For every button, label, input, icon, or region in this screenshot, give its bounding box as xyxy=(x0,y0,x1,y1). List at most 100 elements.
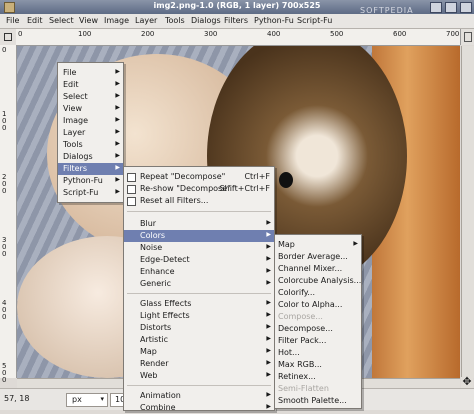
chevron-right-icon: ▶ xyxy=(266,311,271,318)
context-item-view[interactable]: View ▶ xyxy=(58,103,123,115)
menu-separator xyxy=(127,293,271,294)
filters-glass-effects[interactable]: Glass Effects ▶ xyxy=(124,298,274,310)
minimize-button[interactable] xyxy=(430,2,442,13)
filters-generic[interactable]: Generic ▶ xyxy=(124,278,274,290)
chevron-right-icon: ▶ xyxy=(266,299,271,306)
chevron-right-icon: ▶ xyxy=(266,243,271,250)
reset-icon xyxy=(127,197,136,206)
colors-retinex[interactable]: Retinex... xyxy=(275,371,361,383)
menu-file[interactable]: File xyxy=(6,16,19,25)
menu-filters[interactable]: Filters xyxy=(224,16,248,25)
menu-separator xyxy=(127,385,271,386)
filters-distorts[interactable]: Distorts ▶ xyxy=(124,322,274,334)
context-item-tools[interactable]: Tools ▶ xyxy=(58,139,123,151)
ruler-label: 200 xyxy=(2,173,7,195)
chevron-right-icon: ▶ xyxy=(353,240,358,247)
quick-mask-corner[interactable] xyxy=(0,29,17,46)
filters-combine[interactable]: Combine ▶ xyxy=(124,402,274,414)
menu-script-fu[interactable]: Script-Fu xyxy=(297,16,332,25)
filters-repeat[interactable]: Repeat "Decompose" Ctrl+F xyxy=(124,171,274,183)
filters-animation[interactable]: Animation ▶ xyxy=(124,390,274,402)
colors-max-rgb[interactable]: Max RGB... xyxy=(275,359,361,371)
menu-select[interactable]: Select xyxy=(49,16,74,25)
maximize-button[interactable] xyxy=(445,2,457,13)
ruler-label: 400 xyxy=(2,299,7,321)
colors-border-average[interactable]: Border Average... xyxy=(275,251,361,263)
guinea-pig-eye xyxy=(279,172,293,188)
filters-web[interactable]: Web ▶ xyxy=(124,370,274,382)
ruler-label: 500 xyxy=(2,362,7,384)
colors-colorcube-analysis[interactable]: Colorcube Analysis... xyxy=(275,275,361,287)
ruler-label: 100 xyxy=(2,110,7,132)
chevron-right-icon: ▶ xyxy=(266,359,271,366)
filters-blur[interactable]: Blur ▶ xyxy=(124,218,274,230)
chevron-down-icon: ▾ xyxy=(100,395,104,403)
menu-bar: File Edit Select View Image Layer Tools … xyxy=(0,14,474,29)
ruler-label: 700 xyxy=(446,30,460,38)
navigate-icon[interactable]: ✥ xyxy=(461,376,473,388)
close-button[interactable] xyxy=(460,2,472,13)
ruler-label: 400 xyxy=(267,30,281,38)
filters-map[interactable]: Map ▶ xyxy=(124,346,274,358)
chevron-right-icon: ▶ xyxy=(115,116,120,123)
chevron-right-icon: ▶ xyxy=(115,164,120,171)
ruler-label: 600 xyxy=(393,30,407,38)
ruler-label: 300 xyxy=(2,236,7,258)
zoom-to-fit-button[interactable] xyxy=(460,29,474,45)
chevron-right-icon: ▶ xyxy=(266,391,271,398)
context-item-edit[interactable]: Edit ▶ xyxy=(58,79,123,91)
filters-noise[interactable]: Noise ▶ xyxy=(124,242,274,254)
filters-reset-all[interactable]: Reset all Filters... xyxy=(124,195,274,207)
menu-tools[interactable]: Tools xyxy=(165,16,185,25)
context-item-file[interactable]: File ▶ xyxy=(58,67,123,79)
filters-light-effects[interactable]: Light Effects ▶ xyxy=(124,310,274,322)
title-bar: img2.png-1.0 (RGB, 1 layer) 700x525 SOFT… xyxy=(0,0,474,15)
menu-edit[interactable]: Edit xyxy=(27,16,43,25)
menu-python-fu[interactable]: Python-Fu xyxy=(254,16,294,25)
colors-compose: Compose... xyxy=(278,312,323,321)
filters-colors[interactable]: Colors ▶ xyxy=(124,230,274,242)
filters-render[interactable]: Render ▶ xyxy=(124,358,274,370)
colors-decompose[interactable]: Decompose... xyxy=(275,323,361,335)
filters-reshow[interactable]: Re-show "Decompose" Shift+Ctrl+F xyxy=(124,183,274,195)
menu-view[interactable]: View xyxy=(79,16,98,25)
vertical-ruler[interactable]: 0 100 200 300 400 500 xyxy=(0,45,17,384)
colors-hot[interactable]: Hot... xyxy=(275,347,361,359)
context-item-filters[interactable]: Filters ▶ xyxy=(58,163,123,175)
menu-layer[interactable]: Layer xyxy=(135,16,157,25)
context-item-script-fu[interactable]: Script-Fu ▶ xyxy=(58,187,123,199)
filters-edge-detect[interactable]: Edge-Detect ▶ xyxy=(124,254,274,266)
chevron-right-icon: ▶ xyxy=(266,219,271,226)
unit-select[interactable]: px ▾ xyxy=(66,393,108,407)
menu-dialogs[interactable]: Dialogs xyxy=(191,16,221,25)
chevron-right-icon: ▶ xyxy=(115,80,120,87)
filters-submenu: Repeat "Decompose" Ctrl+F Re-show "Decomp… xyxy=(123,166,275,414)
ruler-label: 100 xyxy=(78,30,92,38)
chevron-right-icon: ▶ xyxy=(115,152,120,159)
menu-separator xyxy=(127,211,271,212)
colors-color-to-alpha[interactable]: Color to Alpha... xyxy=(275,299,361,311)
context-item-layer[interactable]: Layer ▶ xyxy=(58,127,123,139)
colors-smooth-palette[interactable]: Smooth Palette... xyxy=(275,395,361,407)
colors-channel-mixer[interactable]: Channel Mixer... xyxy=(275,263,361,275)
context-item-dialogs[interactable]: Dialogs ▶ xyxy=(58,151,123,163)
filters-artistic[interactable]: Artistic ▶ xyxy=(124,334,274,346)
image-context-menu: File ▶ Edit ▶ Select ▶ View ▶ Image ▶ Layer ▶ … xyxy=(57,62,124,203)
ruler-label: 0 xyxy=(18,30,23,38)
context-item-select[interactable]: Select ▶ xyxy=(58,91,123,103)
colors-filter-pack[interactable]: Filter Pack... xyxy=(275,335,361,347)
colors-map[interactable]: Map ▶ xyxy=(275,239,361,251)
chevron-right-icon: ▶ xyxy=(266,267,271,274)
ruler-label: 300 xyxy=(204,30,218,38)
menu-arrow-icon xyxy=(4,33,12,41)
colors-colorify[interactable]: Colorify... xyxy=(275,287,361,299)
vertical-scrollbar[interactable] xyxy=(461,46,474,378)
context-item-image[interactable]: Image ▶ xyxy=(58,115,123,127)
zoom-icon xyxy=(464,32,472,42)
menu-image[interactable]: Image xyxy=(104,16,129,25)
context-item-python-fu[interactable]: Python-Fu ▶ xyxy=(58,175,123,187)
filters-enhance[interactable]: Enhance ▶ xyxy=(124,266,274,278)
horizontal-ruler[interactable]: 0 100 200 300 400 500 600 700 xyxy=(16,29,460,46)
chevron-right-icon: ▶ xyxy=(115,68,120,75)
chevron-right-icon: ▶ xyxy=(115,128,120,135)
